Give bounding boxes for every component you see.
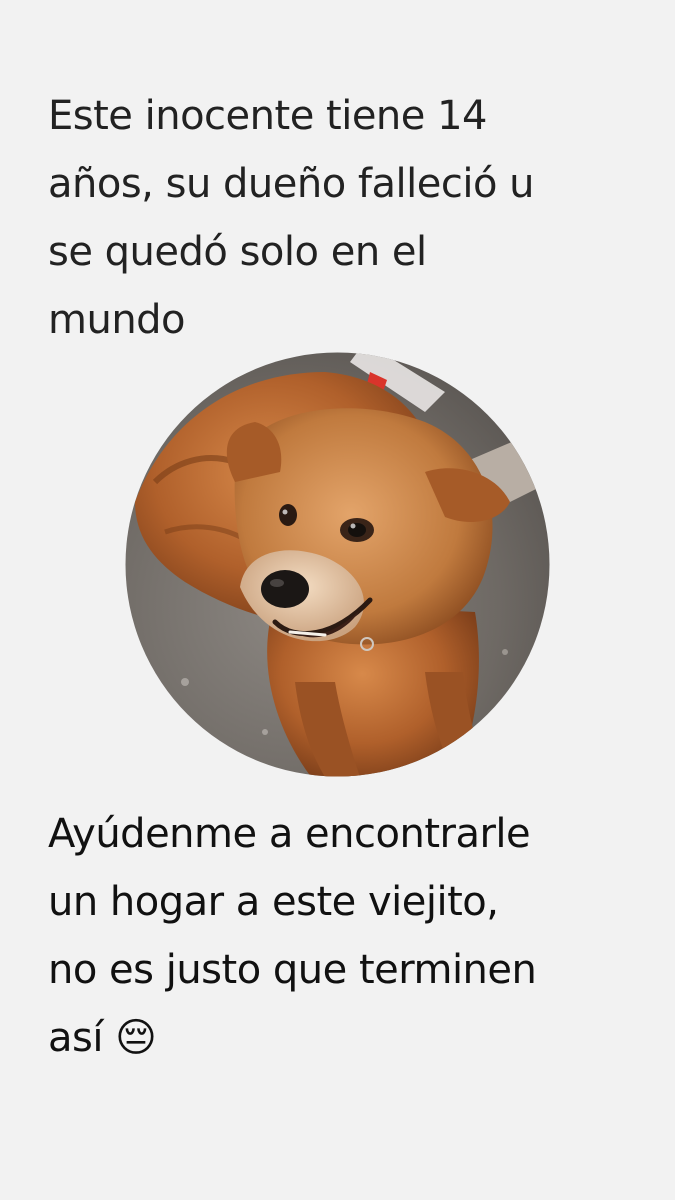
story-text-bottom: Ayúdenme a encontrarle un hogar a este v… bbox=[48, 811, 537, 1061]
dog-photo bbox=[125, 352, 550, 777]
story-text-top: Este inocente tiene 14 años, su dueño fa… bbox=[48, 93, 534, 343]
